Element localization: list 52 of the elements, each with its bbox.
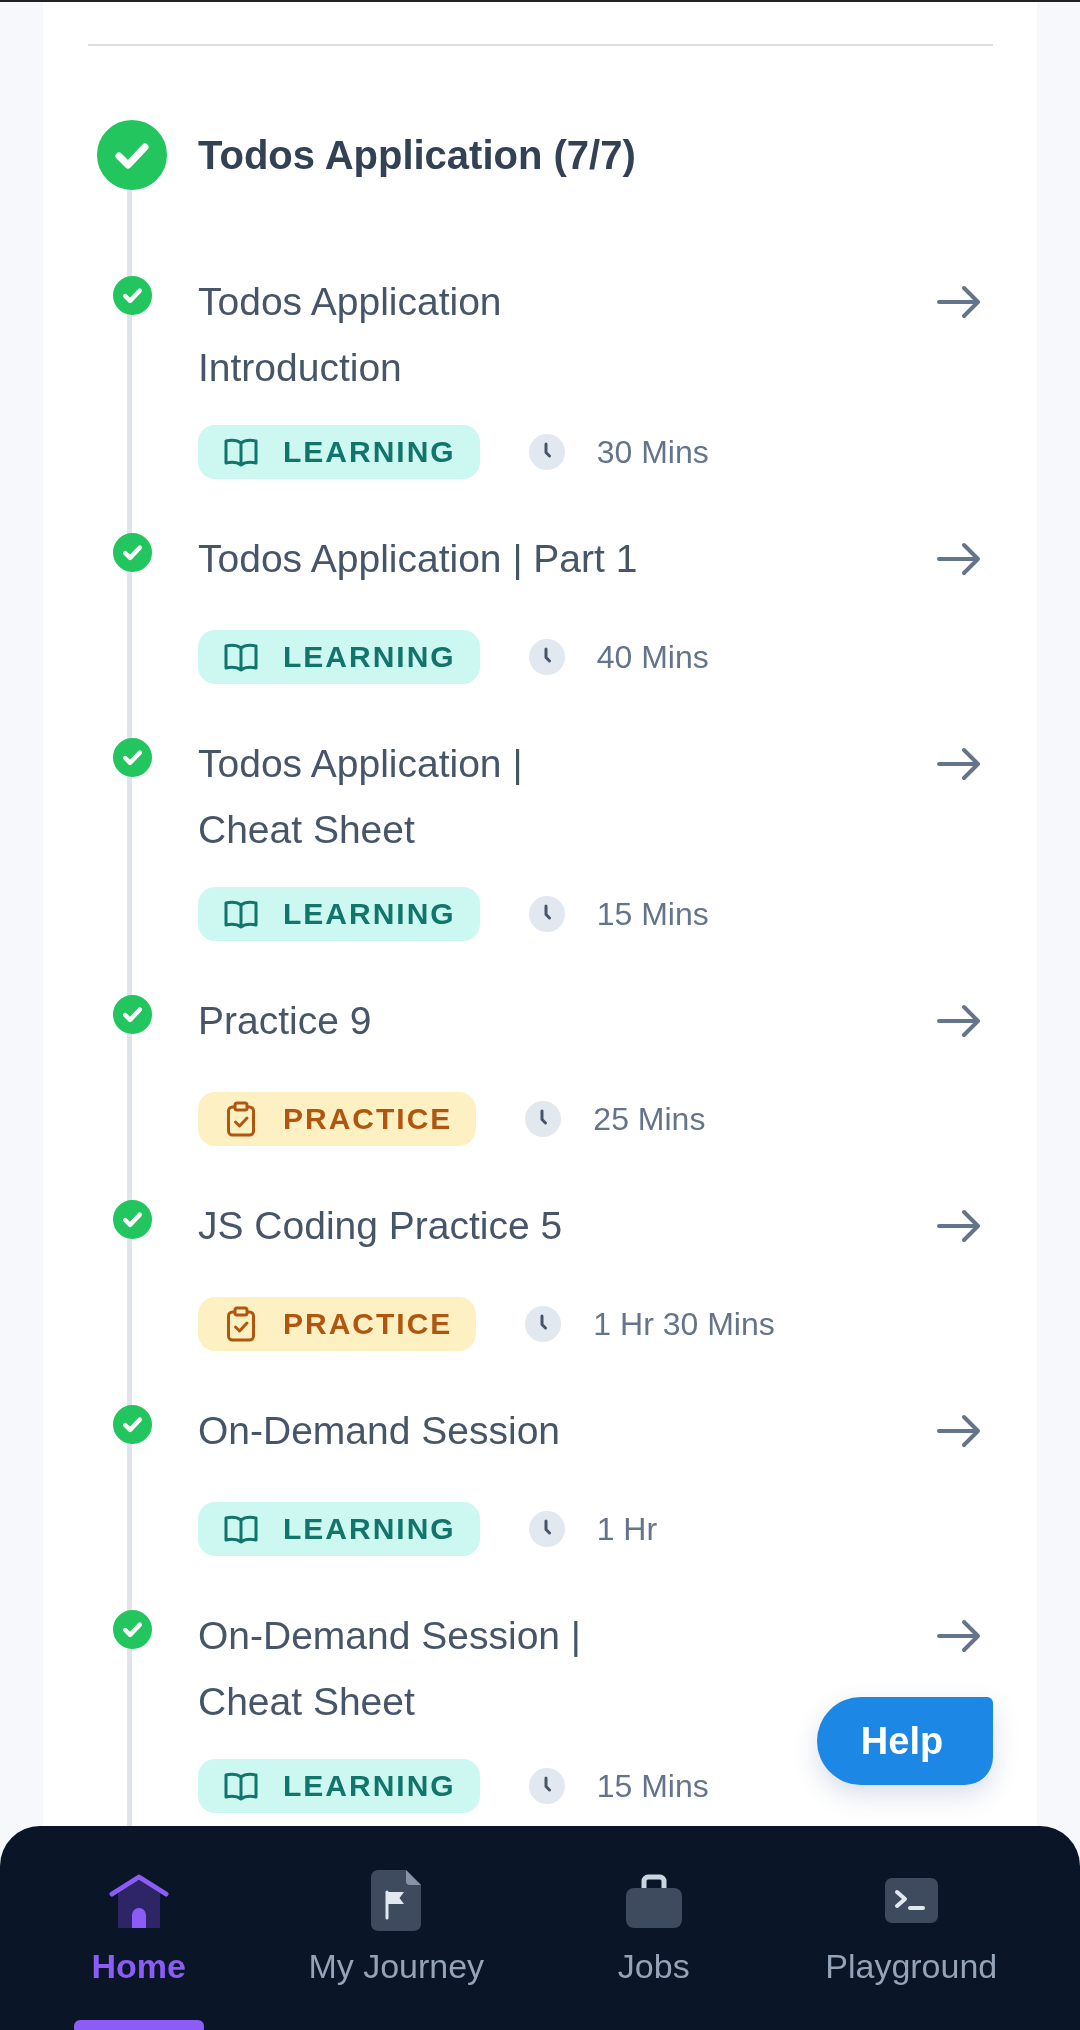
arrow-right-icon[interactable] [936, 1413, 982, 1449]
arrow-right-icon[interactable] [936, 541, 982, 577]
house-icon [107, 1872, 170, 1928]
arrow-right-icon[interactable] [936, 1208, 982, 1244]
book-icon [223, 437, 259, 467]
arrow-right-icon[interactable] [936, 1003, 982, 1039]
clock-icon [528, 1768, 565, 1804]
lesson-title: Todos Application | Part 1 [198, 536, 638, 582]
clipboard-check-icon [226, 1101, 256, 1137]
duration-text: 30 Mins [596, 433, 709, 471]
clock-icon [528, 896, 565, 932]
book-icon [223, 899, 259, 929]
lesson-title: Todos Application Introduction [198, 279, 502, 391]
flag-document-icon [371, 1869, 422, 1931]
nav-tab[interactable]: My Journey [308, 1826, 485, 2030]
book-icon [223, 642, 259, 672]
lesson-title: On-Demand Session [198, 1408, 560, 1454]
duration-text: 15 Mins [596, 1767, 709, 1805]
help-button[interactable]: Help [817, 1697, 993, 1785]
arrow-right-icon[interactable] [936, 746, 982, 782]
duration-text: 40 Mins [596, 638, 709, 676]
section-title: Todos Application (7/7) [198, 132, 636, 178]
badge-label: LEARNING [283, 897, 456, 931]
clock-icon [528, 434, 565, 470]
duration-text: 15 Mins [596, 895, 709, 933]
lesson-title: Todos Application | Cheat Sheet [198, 741, 523, 853]
arrow-right-icon[interactable] [936, 1618, 982, 1654]
badge-label: PRACTICE [283, 1102, 453, 1136]
book-icon [223, 1514, 259, 1544]
book-icon [223, 1771, 259, 1801]
lesson-title: Practice 9 [198, 998, 372, 1044]
clock-icon [528, 1511, 565, 1547]
clipboard-check-icon [226, 1306, 256, 1342]
badge-label: LEARNING [283, 1512, 456, 1546]
nav-tab[interactable]: Jobs [588, 1826, 719, 2030]
badge-label: LEARNING [283, 640, 456, 674]
duration-text: 25 Mins [593, 1100, 706, 1138]
arrow-right-icon[interactable] [936, 284, 982, 320]
badge-label: LEARNING [283, 1769, 456, 1803]
clock-icon [525, 1306, 562, 1342]
lesson-title: JS Coding Practice 5 [198, 1203, 563, 1249]
clock-icon [525, 1101, 562, 1137]
badge-label: LEARNING [283, 435, 456, 469]
terminal-icon [884, 1877, 938, 1923]
duration-text: 1 Hr [596, 1510, 658, 1548]
clock-icon [528, 639, 565, 675]
briefcase-icon [625, 1872, 682, 1928]
badge-label: PRACTICE [283, 1307, 453, 1341]
nav-tab[interactable]: Home [73, 1826, 204, 2030]
lesson-title: On-Demand Session | Cheat Sheet [198, 1613, 581, 1725]
nav-tab[interactable]: Playground [825, 1826, 998, 2030]
duration-text: 1 Hr 30 Mins [593, 1305, 775, 1343]
